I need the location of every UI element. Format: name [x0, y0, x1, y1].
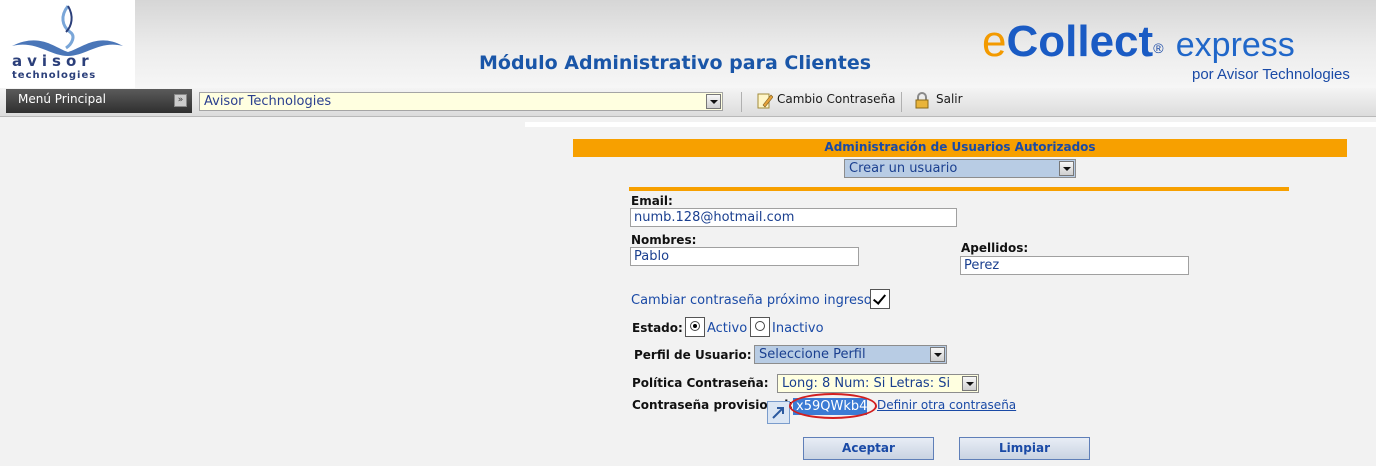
- dropdown-arrow-icon[interactable]: [1059, 161, 1074, 176]
- brand-collect: Collect: [1006, 17, 1154, 66]
- ecollect-brand-logo: eCollect® express por Avisor Technologie…: [982, 18, 1358, 88]
- exit-link[interactable]: Salir: [936, 92, 963, 106]
- email-field[interactable]: numb.128@hotmail.com: [630, 208, 957, 227]
- email-label: Email:: [631, 194, 673, 208]
- politica-label: Política Contraseña:: [632, 376, 769, 390]
- define-other-password-link[interactable]: Definir otra contraseña: [877, 398, 1016, 412]
- registered-mark: ®: [1153, 40, 1164, 56]
- brand-tagline: por Avisor Technologies: [1192, 66, 1350, 83]
- form-divider: [629, 187, 1289, 191]
- nombres-field[interactable]: Pablo: [630, 247, 859, 266]
- estado-label: Estado:: [632, 321, 683, 335]
- pencil-document-icon: [757, 93, 773, 109]
- radio-empty-icon: [755, 321, 765, 331]
- double-chevron-down-icon[interactable]: »: [174, 94, 187, 107]
- perfil-select-value: Seleccione Perfil: [759, 347, 866, 362]
- apellidos-field[interactable]: Perez: [960, 256, 1189, 275]
- accept-button[interactable]: Aceptar: [803, 437, 934, 460]
- apellidos-label: Apellidos:: [961, 241, 1029, 255]
- radio-selected-icon: [690, 321, 700, 331]
- change-next-login-label: Cambiar contraseña próximo ingreso: [631, 293, 872, 308]
- main-toolbar: Menú Principal » Avisor Technologies Cam…: [0, 88, 1376, 117]
- action-select[interactable]: Crear un usuario: [844, 159, 1076, 178]
- perfil-label: Perfil de Usuario:: [634, 348, 752, 362]
- avisor-logo: avisor technologies: [0, 0, 135, 88]
- padlock-icon: [915, 92, 929, 109]
- avisor-wave-icon: [12, 5, 123, 56]
- content-top-strip: [525, 122, 1376, 127]
- dropdown-arrow-icon[interactable]: [962, 376, 977, 391]
- toolbar-divider: [741, 92, 742, 112]
- estado-activo-label: Activo: [707, 321, 748, 336]
- dropdown-arrow-icon[interactable]: [706, 94, 721, 109]
- estado-activo-radio[interactable]: [685, 317, 705, 337]
- action-select-value: Crear un usuario: [849, 161, 958, 176]
- logo-wordmark: avisor: [12, 52, 94, 70]
- politica-select[interactable]: Long: 8 Num: Si Letras: Si: [777, 374, 979, 393]
- company-select[interactable]: Avisor Technologies: [199, 92, 723, 111]
- brand-e: e: [982, 17, 1007, 66]
- nombres-label: Nombres:: [631, 233, 697, 247]
- shortcut-arrow-icon[interactable]: [767, 401, 790, 424]
- main-menu-label: Menú Principal: [18, 92, 106, 106]
- clear-button[interactable]: Limpiar: [959, 437, 1090, 460]
- estado-inactivo-radio[interactable]: [750, 317, 770, 337]
- estado-inactivo-label: Inactivo: [772, 321, 824, 336]
- perfil-select[interactable]: Seleccione Perfil: [754, 345, 947, 364]
- brand-express: express: [1175, 26, 1295, 64]
- page-title: Módulo Administrativo para Clientes: [479, 52, 872, 74]
- main-menu-button[interactable]: Menú Principal »: [6, 89, 192, 113]
- dropdown-arrow-icon[interactable]: [930, 347, 945, 362]
- logo-subtitle: technologies: [12, 70, 97, 81]
- company-select-value: Avisor Technologies: [204, 94, 332, 109]
- change-password-link[interactable]: Cambio Contraseña: [777, 92, 895, 106]
- app-header: avisor technologies Módulo Administrativ…: [0, 0, 1376, 88]
- change-next-login-checkbox[interactable]: [870, 289, 890, 309]
- highlight-annotation: [789, 393, 877, 419]
- brand-wordmark: eCollect® express: [982, 18, 1295, 69]
- politica-select-value: Long: 8 Num: Si Letras: Si: [782, 376, 951, 391]
- toolbar-divider: [901, 92, 902, 112]
- arrow-up-right-icon: [772, 407, 784, 419]
- panel-title: Administración de Usuarios Autorizados: [573, 139, 1347, 157]
